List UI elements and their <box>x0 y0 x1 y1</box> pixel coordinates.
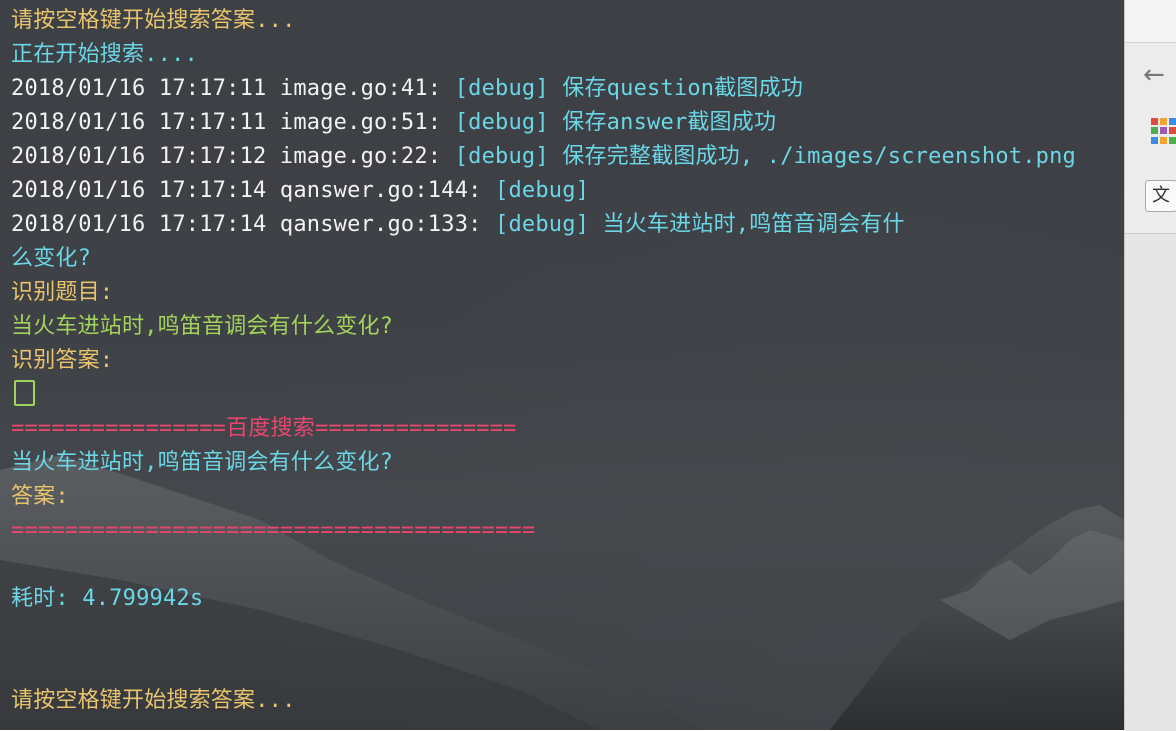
debug-tag: [debug] <box>495 212 590 237</box>
log-prefix: 2018/01/16 17:17:12 image.go:22: <box>11 144 455 169</box>
prompt-line: 请按空格键开始搜索答案... <box>11 8 296 33</box>
log-line: 2018/01/16 17:17:12 image.go:22: [debug]… <box>11 140 1124 174</box>
divider-left: ================ <box>11 416 227 441</box>
debug-tag: [debug] <box>454 76 549 101</box>
divider-right: =============== <box>314 416 517 441</box>
log-prefix: 2018/01/16 17:17:14 qanswer.go:144: <box>11 178 496 203</box>
log-prefix: 2018/01/16 17:17:11 image.go:51: <box>11 110 455 135</box>
log-continuation: 么变化? <box>11 246 92 271</box>
log-message: 保存question截图成功 <box>548 76 804 101</box>
apps-grid-icon[interactable] <box>1151 118 1176 144</box>
translate-icon[interactable]: 文 <box>1145 180 1176 212</box>
terminal-window[interactable]: 请按空格键开始搜索答案... 正在开始搜索.... 2018/01/16 17:… <box>0 0 1124 730</box>
debug-tag: [debug] <box>454 144 549 169</box>
elapsed-label: 耗时: <box>11 586 83 611</box>
debug-tag: [debug] <box>454 110 549 135</box>
log-line: 2018/01/16 17:17:14 qanswer.go:133: [deb… <box>11 208 1124 242</box>
log-message: 保存完整截图成功, ./images/screenshot.png <box>548 144 1077 169</box>
log-line: 2018/01/16 17:17:14 qanswer.go:144: [deb… <box>11 174 1124 208</box>
side-panel-body <box>1125 233 1176 731</box>
back-arrow-icon[interactable]: ← <box>1143 60 1165 90</box>
search-query: 当火车进站时,鸣笛音调会有什么变化? <box>11 450 394 475</box>
elapsed-value: 4.799942s <box>82 586 204 611</box>
answers-label: 识别答案: <box>11 348 114 373</box>
question-label: 识别题目: <box>11 280 114 305</box>
side-panel-header <box>1125 0 1176 43</box>
elapsed-time: 耗时: 4.799942s <box>11 582 1124 616</box>
baidu-search-heading: 百度搜索 <box>226 416 315 441</box>
log-message: 当火车进站时,鸣笛音调会有什 <box>589 212 905 237</box>
status-line: 正在开始搜索.... <box>11 42 198 67</box>
log-prefix: 2018/01/16 17:17:14 qanswer.go:133: <box>11 212 496 237</box>
answer-label: 答案: <box>11 484 69 509</box>
prompt-line: 请按空格键开始搜索答案... <box>11 688 296 713</box>
side-panel: ← 文 <box>1124 0 1176 731</box>
question-text: 当火车进站时,鸣笛音调会有什么变化? <box>11 314 394 339</box>
baidu-divider: ================百度搜索=============== <box>11 412 1124 446</box>
answers-empty <box>11 378 1124 412</box>
log-line: 2018/01/16 17:17:11 image.go:51: [debug]… <box>11 106 1124 140</box>
empty-box-icon <box>14 380 35 406</box>
closing-divider: ======================================= <box>11 518 536 543</box>
debug-tag: [debug] <box>495 178 590 203</box>
log-line: 2018/01/16 17:17:11 image.go:41: [debug]… <box>11 72 1124 106</box>
log-prefix: 2018/01/16 17:17:11 image.go:41: <box>11 76 455 101</box>
terminal-output: 请按空格键开始搜索答案... 正在开始搜索.... 2018/01/16 17:… <box>11 4 1124 718</box>
log-message: 保存answer截图成功 <box>548 110 777 135</box>
